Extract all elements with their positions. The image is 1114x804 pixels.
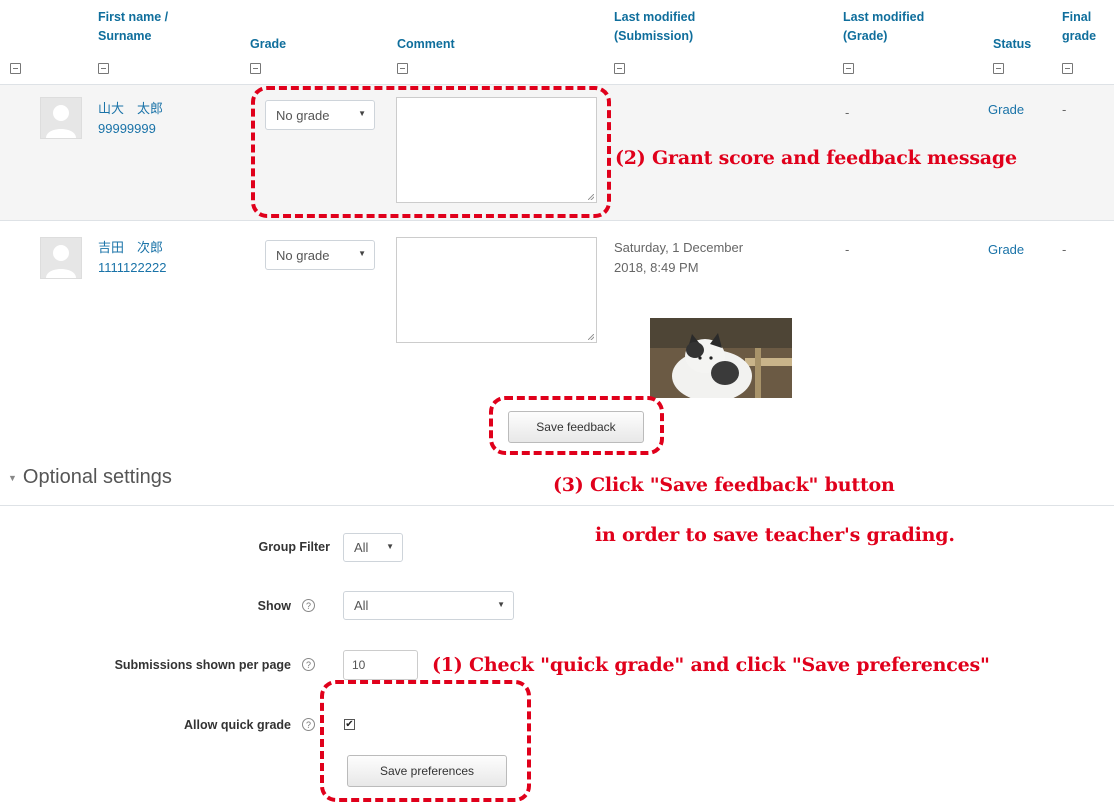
column-header-grade[interactable]: Grade	[250, 35, 286, 54]
annotation-box-grading	[251, 86, 611, 218]
avatar[interactable]	[40, 97, 82, 139]
grade-modified: -	[845, 242, 850, 257]
collapse-icon[interactable]	[993, 63, 1004, 74]
save-preferences-button[interactable]: Save preferences	[347, 755, 507, 787]
grade-select-value: No grade	[276, 247, 330, 263]
collapse-icon[interactable]	[98, 63, 109, 74]
dropdown-arrow-icon: ▼	[358, 249, 366, 258]
feedback-comment-textarea[interactable]	[396, 237, 597, 343]
annotation-step1: (1) Check "quick grade" and click "Save …	[432, 654, 990, 676]
student-name-link[interactable]: 吉田 次郎	[98, 238, 163, 257]
dropdown-arrow-icon: ▼	[386, 542, 394, 551]
annotation-step3-line2: in order to save teacher's grading.	[595, 524, 955, 546]
help-icon[interactable]: ?	[302, 718, 315, 731]
header-name-line2: Surname	[98, 29, 152, 43]
group-filter-value: All	[354, 540, 369, 555]
header-grade-mod-line1: Last modified	[843, 10, 925, 24]
cat-image-icon	[650, 318, 792, 398]
per-page-label: Submissions shown per page	[114, 658, 291, 672]
help-icon[interactable]: ?	[302, 599, 315, 612]
row-divider	[0, 220, 1114, 221]
final-grade: -	[1062, 242, 1067, 257]
annotation-box-save-feedback	[489, 396, 664, 455]
submission-modified: Saturday, 1 December 2018, 8:49 PM	[614, 238, 743, 278]
collapse-icon[interactable]	[1062, 63, 1073, 74]
section-divider	[0, 505, 1114, 506]
column-header-name[interactable]: First name / Surname	[98, 8, 168, 46]
collapse-icon[interactable]	[614, 63, 625, 74]
quick-grade-checkbox[interactable]: ✔	[344, 719, 355, 730]
student-name-link[interactable]: 山大 太郎	[98, 99, 163, 118]
avatar[interactable]	[40, 237, 82, 279]
optional-settings-toggle[interactable]: ▼ Optional settings	[8, 466, 172, 489]
group-filter-select[interactable]: All ▼	[343, 533, 403, 562]
show-value: All	[354, 598, 369, 613]
status-grade-link[interactable]: Grade	[988, 100, 1024, 119]
cat-photo	[650, 318, 792, 398]
grade-modified: -	[845, 105, 850, 120]
column-header-submission-modified[interactable]: Last modified (Submission)	[614, 8, 695, 46]
collapse-icon[interactable]	[843, 63, 854, 74]
submission-date-line1: Saturday, 1 December	[614, 240, 744, 255]
header-name-line1: First name /	[98, 10, 169, 24]
header-final-line1: Final	[1062, 10, 1092, 24]
student-id: 99999999	[98, 121, 156, 136]
column-header-comment[interactable]: Comment	[397, 35, 455, 54]
caret-down-icon: ▼	[8, 472, 17, 483]
group-filter-label: Group Filter	[258, 540, 330, 554]
header-submission-line2: (Submission)	[614, 29, 694, 43]
annotation-step2: (2) Grant score and feedback message	[615, 147, 1017, 169]
status-grade-link[interactable]: Grade	[988, 240, 1024, 259]
show-select[interactable]: All ▼	[343, 591, 514, 620]
per-page-input[interactable]: 10	[343, 650, 418, 680]
header-grade-mod-line2: (Grade)	[843, 29, 888, 43]
header-final-line2: grade	[1062, 29, 1097, 43]
column-header-final-grade[interactable]: Final grade	[1062, 8, 1096, 46]
quick-grade-label: Allow quick grade	[184, 718, 291, 732]
column-header-status[interactable]: Status	[993, 35, 1031, 54]
grade-select[interactable]: No grade ▼	[265, 240, 375, 270]
annotation-step3-line1: (3) Click "Save feedback" button	[553, 474, 895, 496]
collapse-icon[interactable]	[10, 63, 21, 74]
optional-settings-title: Optional settings	[22, 466, 172, 488]
dropdown-arrow-icon: ▼	[497, 600, 505, 609]
student-id: 1111122222	[98, 260, 167, 275]
collapse-icon[interactable]	[250, 63, 261, 74]
user-silhouette-icon	[46, 105, 76, 138]
column-header-grade-modified[interactable]: Last modified (Grade)	[843, 8, 924, 46]
user-silhouette-icon	[46, 245, 76, 278]
help-icon[interactable]: ?	[302, 658, 315, 671]
collapse-icon[interactable]	[397, 63, 408, 74]
show-label: Show	[257, 599, 291, 613]
submission-date-line2: 2018, 8:49 PM	[614, 260, 699, 275]
header-submission-line1: Last modified	[614, 10, 696, 24]
final-grade: -	[1062, 102, 1067, 117]
